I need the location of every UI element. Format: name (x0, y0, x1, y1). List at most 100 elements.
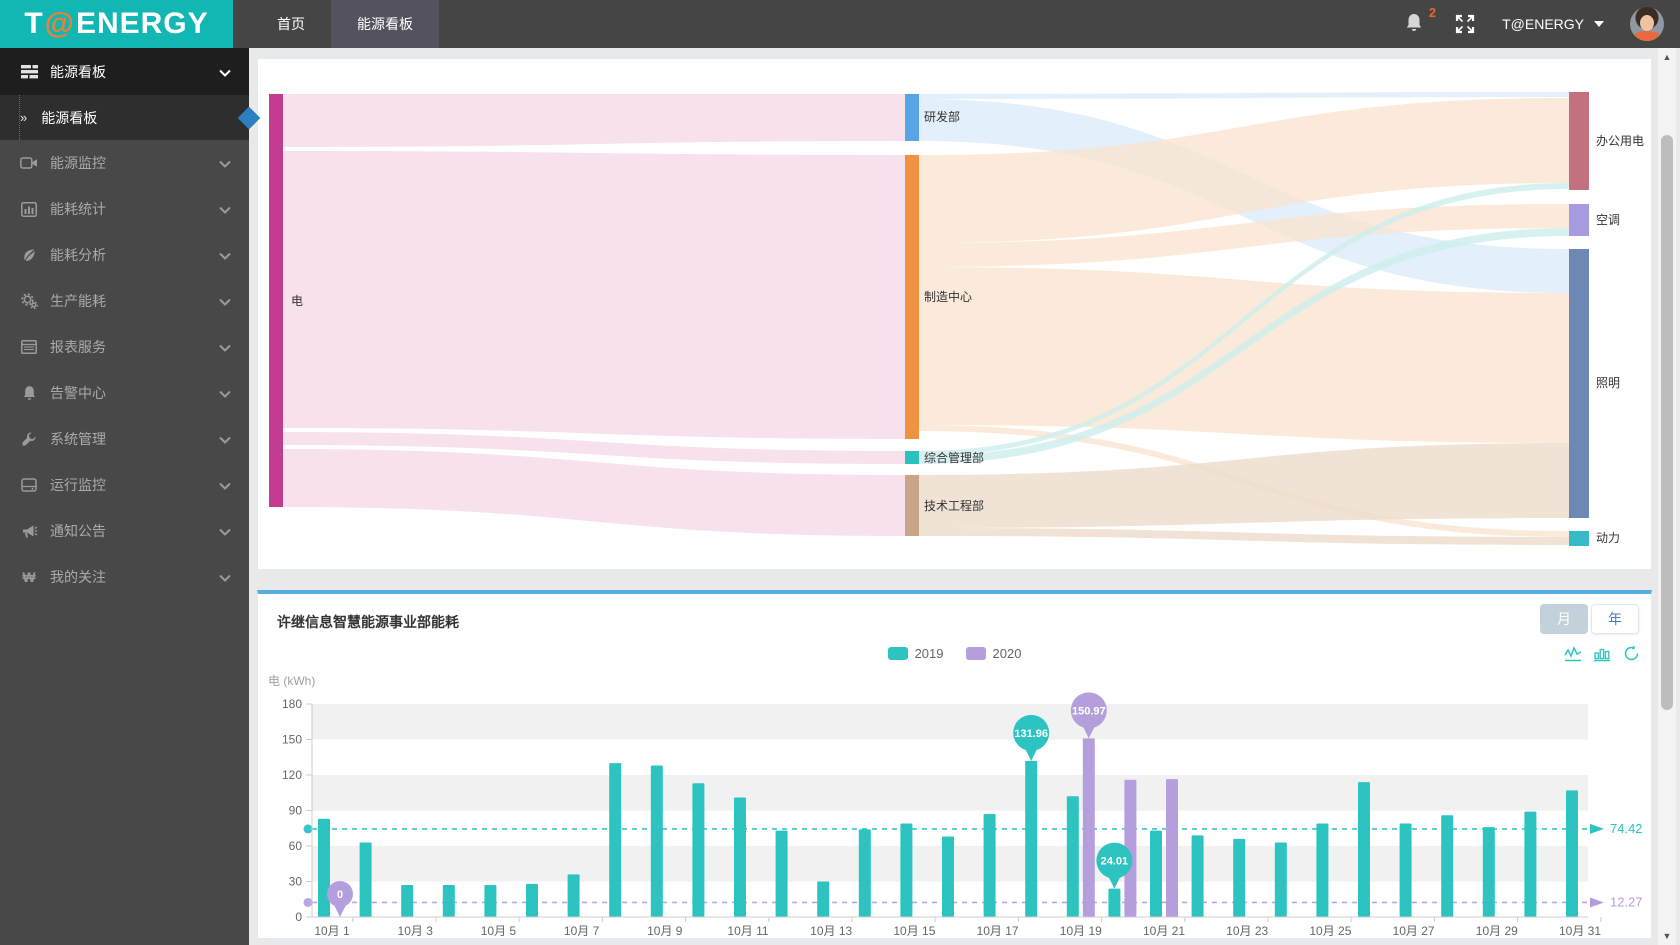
notification-button[interactable]: 2 (1402, 5, 1436, 37)
bar-2019-day25[interactable] (1316, 823, 1329, 917)
svg-text:150.97: 150.97 (1072, 705, 1106, 717)
bar-2019-day31[interactable] (1566, 790, 1578, 917)
scroll-up-arrow[interactable]: ▲ (1658, 48, 1676, 66)
svg-text:10月 29: 10月 29 (1476, 924, 1518, 938)
follow-icon: ₩ (22, 569, 36, 585)
sankey-node-dongli[interactable] (1569, 531, 1589, 546)
flow-yanfabu-bangongyongdian[interactable] (919, 92, 1569, 99)
bar-2019-day13[interactable] (817, 881, 830, 918)
average-label-2020: 12.27 (1610, 894, 1643, 909)
sidebar-item-production-energy[interactable]: 生产能耗 (0, 278, 249, 324)
bar-2019-day11[interactable] (734, 797, 746, 917)
bar-2019-day4[interactable] (442, 885, 455, 917)
sidebar-item-my-follow[interactable]: ₩ 我的关注 (0, 554, 249, 600)
bar-2019-day8[interactable] (609, 763, 622, 917)
flow-dian-zhizaozhongxin[interactable] (283, 151, 905, 439)
chevron-down-icon (219, 293, 231, 309)
bar-2019-day28[interactable] (1441, 815, 1454, 917)
sankey-node-dian[interactable] (269, 94, 283, 507)
svg-text:10月 3: 10月 3 (398, 924, 434, 938)
svg-text:10月 25: 10月 25 (1309, 924, 1351, 938)
sankey-node-zhizaozhongxin[interactable] (905, 155, 919, 439)
sidebar-item-energy-analysis[interactable]: 能耗分析 (0, 232, 249, 278)
bar-2020-day21[interactable] (1166, 779, 1178, 917)
bar-2019-day1[interactable] (318, 818, 330, 917)
sidebar-item-system-management[interactable]: 系统管理 (0, 416, 249, 462)
scroll-down-arrow[interactable]: ▼ (1658, 927, 1676, 945)
sidebar-item-energy-statistics[interactable]: 能耗统计 (0, 186, 249, 232)
bar-2019-day7[interactable] (567, 874, 580, 917)
svg-text:90: 90 (289, 804, 303, 818)
sidebar-subitem-energy-dashboard[interactable]: » 能源看板 (0, 95, 261, 140)
sidebar-item-energy-monitor[interactable]: 能源监控 (0, 140, 249, 186)
page-scrollbar[interactable]: ▲ ▼ (1658, 48, 1676, 945)
svg-text:10月 9: 10月 9 (647, 924, 683, 938)
bar-2019-day26[interactable] (1358, 782, 1370, 917)
bar-2019-day27[interactable] (1399, 823, 1412, 917)
bar-2019-day18[interactable] (1025, 760, 1038, 917)
nav-tab-home[interactable]: 首页 (251, 0, 331, 48)
sidebar-item-label: 报表服务 (50, 339, 106, 355)
main-content: 电 研发部 制造中心 综合管理部 技术工程部 办公用电 空调 照明 动力 许继信… (249, 48, 1680, 945)
nav-tab-energy-dashboard[interactable]: 能源看板 (331, 0, 439, 48)
sidebar-item-report-service[interactable]: 报表服务 (0, 324, 249, 370)
bar-2019-day12[interactable] (775, 830, 788, 917)
bar-2019-day6[interactable] (526, 883, 538, 917)
bar-2020-day19[interactable] (1082, 738, 1095, 917)
mark-point-2019[interactable]: 131.96 (1013, 714, 1050, 761)
bar-2019-day20[interactable] (1108, 888, 1121, 917)
bar-2019-day24[interactable] (1274, 842, 1287, 917)
report-icon (20, 338, 38, 356)
svg-text:10月 7: 10月 7 (564, 924, 600, 938)
bar-2019-day10[interactable] (692, 783, 705, 917)
flow-zhizaozhongxin-zhaoming[interactable] (919, 267, 1569, 443)
bar-2019-day15[interactable] (900, 823, 913, 917)
sidebar-item-energy-dashboard[interactable]: 能源看板 (0, 48, 249, 95)
sidebar-item-alarm-center[interactable]: 告警中心 (0, 370, 249, 416)
svg-text:10月 13: 10月 13 (810, 924, 852, 938)
fullscreen-icon[interactable] (1454, 13, 1476, 35)
bar-2019-day19[interactable] (1066, 796, 1079, 917)
bar-2019-day5[interactable] (484, 885, 497, 917)
flow-dian-yanfabu[interactable] (283, 94, 905, 147)
bar-2019-day14[interactable] (858, 829, 871, 917)
bar-2019-day17[interactable] (983, 814, 996, 917)
app-logo: T @ ENERGY (0, 0, 233, 48)
sidebar-item-notice[interactable]: 通知公告 (0, 508, 249, 554)
svg-text:30: 30 (289, 875, 303, 889)
scrollbar-thumb[interactable] (1661, 135, 1673, 710)
app-header: T @ ENERGY 首页 能源看板 2 T@ENERGY (0, 0, 1680, 48)
chevron-down-icon (219, 247, 231, 263)
sankey-node-jishugongchengbu[interactable] (905, 475, 919, 536)
sidebar-item-label: 运行监控 (50, 477, 106, 493)
bar-2019-day2[interactable] (359, 842, 372, 917)
sankey-label: 电 (291, 294, 303, 308)
bar-2019-day9[interactable] (650, 765, 663, 917)
sankey-label: 动力 (1596, 531, 1620, 545)
mark-point-2020[interactable]: 0 (327, 881, 353, 917)
sidebar-item-operation-monitor[interactable]: 运行监控 (0, 462, 249, 508)
svg-text:10月 31: 10月 31 (1559, 924, 1601, 938)
bar-2019-day22[interactable] (1191, 835, 1204, 917)
leaf-icon (20, 246, 38, 264)
top-nav: 首页 能源看板 (251, 0, 439, 48)
bar-2019-day30[interactable] (1524, 811, 1537, 917)
user-menu[interactable]: T@ENERGY (1502, 16, 1604, 32)
bar-2019-day3[interactable] (401, 885, 414, 917)
avatar[interactable] (1630, 7, 1664, 41)
sankey-node-zongheguanlibu[interactable] (905, 451, 919, 464)
sankey-node-yanfabu[interactable] (905, 94, 919, 141)
bar-2019-day21[interactable] (1150, 830, 1162, 917)
sankey-node-bangongyongdian[interactable] (1569, 92, 1589, 190)
notification-badge: 2 (1428, 5, 1437, 20)
sidebar-item-label: 能源看板 (50, 63, 106, 80)
sankey-label: 技术工程部 (924, 498, 984, 513)
svg-text:10月 1: 10月 1 (314, 924, 350, 938)
bar-2019-day29[interactable] (1482, 827, 1495, 917)
bar-2019-day23[interactable] (1233, 838, 1246, 917)
sidebar: 能源看板 » 能源看板 能源监控 能耗统计 能耗分析 生产能耗 报表服务 告警中… (0, 48, 261, 945)
bar-2019-day16[interactable] (942, 836, 954, 917)
sankey-node-kongtiao[interactable] (1569, 204, 1589, 236)
sankey-node-zhaoming[interactable] (1569, 249, 1589, 518)
chevron-down-icon (219, 64, 231, 80)
